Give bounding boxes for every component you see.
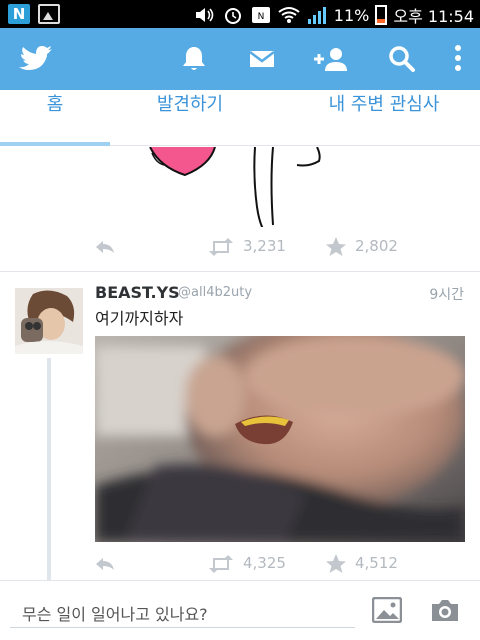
nfc-icon: N — [251, 7, 270, 23]
tweet-actions: 4,325 4,512 — [0, 550, 480, 580]
tweet-actions: 3,231 2,802 — [0, 233, 480, 263]
status-bar: N N 11% 오후 11:54 — [0, 0, 480, 28]
clock: 오후 11:54 — [393, 7, 474, 26]
compose-underline — [10, 627, 355, 628]
favorite-star-icon[interactable] — [325, 553, 347, 575]
app-bar — [0, 28, 480, 90]
retweet-icon[interactable] — [207, 554, 235, 574]
battery-icon — [375, 5, 388, 25]
avatar[interactable] — [15, 288, 83, 354]
camera-icon[interactable] — [430, 597, 460, 623]
retweet-count: 4,325 — [243, 554, 286, 572]
notifications-bell-icon[interactable] — [178, 43, 210, 75]
tab-home[interactable]: 홈 — [0, 90, 110, 146]
tweet-divider — [0, 271, 480, 272]
favorite-count: 4,512 — [355, 554, 398, 572]
favorite-star-icon[interactable] — [325, 236, 347, 258]
signal-icon — [307, 7, 326, 24]
tab-nearby[interactable]: 내 주변 관심사 — [300, 90, 468, 146]
wifi-icon — [278, 7, 300, 23]
retweet-icon[interactable] — [207, 237, 235, 257]
author-name[interactable]: BEAST.YS — [95, 283, 180, 302]
volume-icon — [195, 8, 214, 22]
author-handle[interactable]: @all4b2uty — [178, 285, 252, 300]
notification-n-icon: N — [8, 4, 30, 24]
favorite-count: 2,802 — [355, 237, 398, 255]
tab-bar: 홈 발견하기 내 주변 관심사 — [0, 90, 480, 146]
search-icon[interactable] — [386, 43, 418, 75]
photo-icon[interactable] — [372, 597, 402, 623]
alarm-icon — [224, 8, 241, 24]
battery-percent: 11% — [333, 5, 370, 25]
twitter-bird-icon[interactable] — [18, 41, 54, 77]
reply-icon[interactable] — [94, 237, 116, 257]
retweet-count: 3,231 — [243, 237, 286, 255]
tweet-photo[interactable] — [95, 336, 465, 542]
gallery-notification-icon — [38, 4, 60, 24]
tweet-text: 여기까지하자 — [95, 309, 184, 328]
tweet-image-partial[interactable] — [95, 147, 465, 227]
tweet-timestamp: 9시간 — [429, 287, 464, 303]
conversation-thread-line — [47, 358, 51, 580]
reply-icon[interactable] — [94, 554, 116, 574]
compose-bar: 무슨 일이 일어나고 있나요? — [0, 580, 480, 640]
active-tab-indicator — [0, 142, 110, 146]
svg-text:N: N — [257, 12, 264, 22]
compose-input[interactable]: 무슨 일이 일어나고 있나요? — [22, 601, 208, 625]
add-user-icon[interactable] — [312, 43, 350, 75]
overflow-menu-icon[interactable] — [448, 43, 468, 75]
messages-envelope-icon[interactable] — [246, 43, 278, 75]
timeline[interactable]: 3,231 2,802 BEAST.YS @all4b2uty 9시간 여기까지… — [0, 147, 480, 580]
tab-discover[interactable]: 발견하기 — [130, 90, 250, 146]
